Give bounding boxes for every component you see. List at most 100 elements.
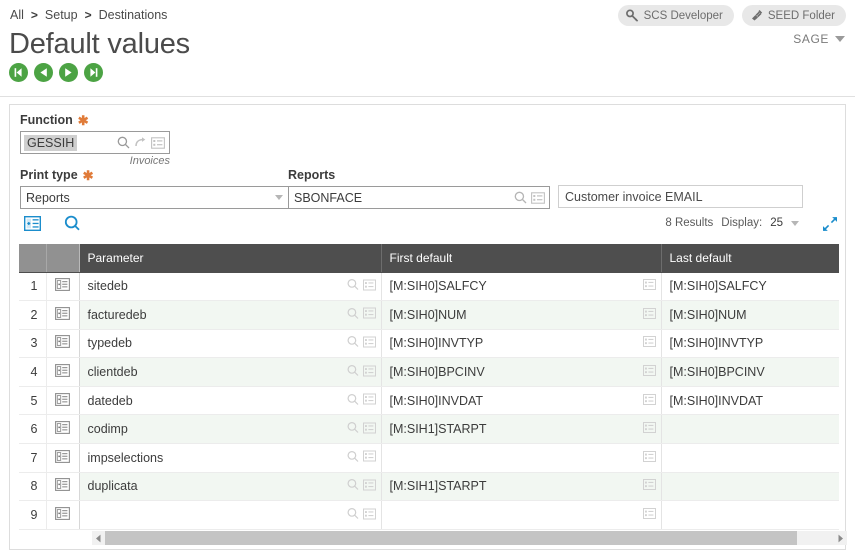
list-icon[interactable]: [363, 451, 376, 465]
table-row[interactable]: 5datedeb[M:SIH0]INVDAT[M:SIH0]INVDAT: [19, 386, 839, 415]
cell-last-default[interactable]: [M:SIH0]INVDAT: [661, 386, 839, 415]
list-icon[interactable]: [363, 336, 376, 350]
cell-parameter[interactable]: clientdeb: [79, 358, 381, 387]
row-detail-icon[interactable]: [46, 329, 79, 358]
horizontal-scrollbar[interactable]: [92, 531, 847, 545]
scroll-right-icon[interactable]: [834, 531, 847, 545]
table-row[interactable]: 1sitedeb[M:SIH0]SALFCY[M:SIH0]SALFCY: [19, 272, 839, 301]
row-detail-icon[interactable]: [46, 444, 79, 473]
cell-parameter[interactable]: facturedeb: [79, 301, 381, 330]
cell-last-default[interactable]: [M:SIH0]SALFCY: [661, 272, 839, 301]
row-detail-icon[interactable]: [46, 501, 79, 530]
list-icon[interactable]: [643, 451, 656, 465]
list-icon[interactable]: [363, 479, 376, 493]
column-header-first-default[interactable]: First default: [381, 244, 661, 272]
table-row[interactable]: 8duplicata[M:SIH1]STARPT: [19, 472, 839, 501]
cell-last-default[interactable]: [661, 472, 839, 501]
column-header-last-default[interactable]: Last default: [661, 244, 839, 272]
list-icon[interactable]: [149, 134, 166, 151]
cell-parameter[interactable]: impselections: [79, 444, 381, 473]
list-icon[interactable]: [643, 479, 656, 493]
cell-parameter[interactable]: typedeb: [79, 329, 381, 358]
scroll-left-icon[interactable]: [92, 531, 105, 545]
cell-first-default[interactable]: [M:SIH0]INVTYP: [381, 329, 661, 358]
table-row[interactable]: 2facturedeb[M:SIH0]NUM[M:SIH0]NUM: [19, 301, 839, 330]
list-icon[interactable]: [363, 508, 376, 522]
row-detail-icon[interactable]: [46, 415, 79, 444]
function-input[interactable]: GESSIH: [20, 131, 170, 154]
row-detail-icon[interactable]: [46, 386, 79, 415]
cell-parameter[interactable]: codimp: [79, 415, 381, 444]
list-icon[interactable]: [643, 279, 656, 293]
expand-icon[interactable]: [822, 216, 838, 237]
list-icon[interactable]: [643, 508, 656, 522]
table-row[interactable]: 3typedeb[M:SIH0]INVTYP[M:SIH0]INVTYP: [19, 329, 839, 358]
add-row-icon[interactable]: [24, 216, 41, 236]
display-value[interactable]: 25: [770, 217, 783, 229]
row-detail-icon[interactable]: [46, 358, 79, 387]
cell-first-default[interactable]: [M:SIH1]STARPT: [381, 415, 661, 444]
list-icon[interactable]: [529, 189, 546, 206]
cell-first-default[interactable]: [M:SIH0]BPCINV: [381, 358, 661, 387]
reports-input[interactable]: SBONFACE: [288, 186, 550, 209]
list-icon[interactable]: [363, 308, 376, 322]
print-type-select[interactable]: Reports: [20, 186, 290, 209]
account-menu[interactable]: SAGE: [793, 32, 845, 46]
report-description-input[interactable]: Customer invoice EMAIL: [558, 185, 803, 208]
cell-parameter[interactable]: sitedeb: [79, 272, 381, 301]
badge-seed-folder[interactable]: SEED Folder: [742, 5, 846, 26]
breadcrumb-item-all[interactable]: All: [10, 8, 24, 22]
list-icon[interactable]: [363, 365, 376, 379]
cell-last-default[interactable]: [M:SIH0]INVTYP: [661, 329, 839, 358]
cell-first-default[interactable]: [381, 444, 661, 473]
scrollbar-track[interactable]: [105, 531, 834, 545]
cell-last-default[interactable]: [661, 444, 839, 473]
list-icon[interactable]: [643, 422, 656, 436]
list-icon[interactable]: [363, 394, 376, 408]
chevron-down-icon[interactable]: [791, 221, 799, 226]
cell-last-default[interactable]: [M:SIH0]BPCINV: [661, 358, 839, 387]
search-icon[interactable]: [347, 450, 359, 465]
search-icon[interactable]: [347, 479, 359, 494]
table-row[interactable]: 9: [19, 501, 839, 530]
search-icon[interactable]: [347, 279, 359, 294]
cell-first-default[interactable]: [M:SIH1]STARPT: [381, 472, 661, 501]
cell-first-default[interactable]: [M:SIH0]INVDAT: [381, 386, 661, 415]
first-record-icon[interactable]: [9, 63, 28, 82]
scrollbar-thumb[interactable]: [105, 531, 797, 545]
row-detail-icon[interactable]: [46, 472, 79, 501]
breadcrumb-item-setup[interactable]: Setup: [45, 8, 78, 22]
row-detail-icon[interactable]: [46, 301, 79, 330]
list-icon[interactable]: [643, 308, 656, 322]
column-header-parameter[interactable]: Parameter: [79, 244, 381, 272]
list-icon[interactable]: [363, 422, 376, 436]
link-icon[interactable]: [132, 134, 149, 151]
cell-first-default[interactable]: [M:SIH0]SALFCY: [381, 272, 661, 301]
table-row[interactable]: 7impselections: [19, 444, 839, 473]
cell-last-default[interactable]: [661, 415, 839, 444]
search-icon[interactable]: [347, 393, 359, 408]
search-icon[interactable]: [347, 508, 359, 523]
cell-parameter[interactable]: duplicata: [79, 472, 381, 501]
cell-first-default[interactable]: [M:SIH0]NUM: [381, 301, 661, 330]
cell-first-default[interactable]: [381, 501, 661, 530]
table-row[interactable]: 4clientdeb[M:SIH0]BPCINV[M:SIH0]BPCINV: [19, 358, 839, 387]
next-record-icon[interactable]: [59, 63, 78, 82]
search-icon[interactable]: [347, 307, 359, 322]
search-icon[interactable]: [512, 189, 529, 206]
badge-scs-developer[interactable]: SCS Developer: [618, 5, 734, 26]
search-icon[interactable]: [347, 365, 359, 380]
last-record-icon[interactable]: [84, 63, 103, 82]
breadcrumb-item-destinations[interactable]: Destinations: [99, 8, 168, 22]
cell-parameter[interactable]: datedeb: [79, 386, 381, 415]
list-icon[interactable]: [363, 279, 376, 293]
previous-record-icon[interactable]: [34, 63, 53, 82]
list-icon[interactable]: [643, 394, 656, 408]
cell-last-default[interactable]: [661, 501, 839, 530]
search-icon[interactable]: [115, 134, 132, 151]
search-icon[interactable]: [347, 422, 359, 437]
list-icon[interactable]: [643, 336, 656, 350]
cell-last-default[interactable]: [M:SIH0]NUM: [661, 301, 839, 330]
row-detail-icon[interactable]: [46, 272, 79, 301]
list-icon[interactable]: [643, 365, 656, 379]
